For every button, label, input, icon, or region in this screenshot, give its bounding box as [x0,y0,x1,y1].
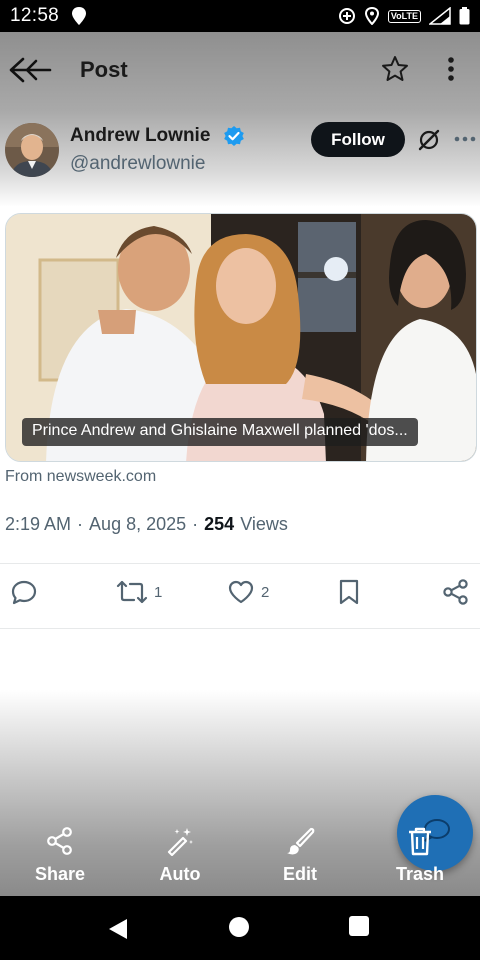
like-button[interactable]: 2 [227,578,269,606]
system-nav-bar [0,896,480,960]
volte-badge: VoLTE [387,9,421,23]
bookmark-icon [339,579,359,605]
more-horiz-icon[interactable] [453,130,477,148]
status-time: 12:58 [10,5,60,26]
repost-button[interactable]: 1 [116,578,162,606]
author-name[interactable]: Andrew Lownie [70,125,210,147]
meta-separator: · [192,514,199,534]
post-date: Aug 8, 2025 [89,514,187,534]
post-time: 2:19 AM [5,514,72,534]
magic-wand-icon [167,828,193,856]
more-vert-icon[interactable] [440,54,462,84]
meta-separator: · [77,514,84,534]
media-card[interactable]: Prince Andrew and Ghislaine Maxwell plan… [5,213,477,462]
share-post-button[interactable] [442,578,470,606]
follow-button[interactable]: Follow [311,122,405,157]
star-icon[interactable] [380,54,410,84]
nav-recents-icon[interactable] [349,916,369,936]
post-meta: 2:19 AM · Aug 8, 2025 · 254 Views [5,514,288,535]
views-label: Views [240,514,288,534]
share-icon [47,827,72,855]
author-handle[interactable]: @andrewlownie [70,153,205,175]
views-count[interactable]: 254 [204,514,234,535]
back-arrow-icon[interactable] [6,56,52,84]
data-saver-icon [338,8,355,24]
status-bar: 12:58 VoLTE [0,0,480,32]
like-count: 2 [261,583,270,601]
reply-icon [11,580,37,605]
share-label: Share [34,864,86,884]
repost-icon [116,580,148,604]
brush-icon [287,827,315,855]
avatar[interactable] [5,123,59,177]
reply-button[interactable] [10,578,38,606]
app-bar: Post [0,32,480,106]
nav-home-icon[interactable] [229,917,249,937]
auto-label: Auto [159,864,201,884]
location-icon [364,7,379,25]
link-source[interactable]: From newsweek.com [5,468,156,486]
nav-back-icon[interactable] [107,918,129,940]
trash-button[interactable]: Trash [375,826,465,885]
signal-icon [429,7,451,25]
edit-label: Edit [283,864,317,884]
share-nodes-icon [443,579,468,605]
share-button[interactable]: Share [15,826,105,885]
location-pin-icon [72,7,87,25]
auto-enhance-button[interactable]: Auto [135,826,225,885]
post-actions: 1 2 [0,578,480,614]
repost-count: 1 [154,583,163,601]
page-title: Post [80,57,128,82]
link-card-title[interactable]: Prince Andrew and Ghislaine Maxwell plan… [22,418,418,446]
divider [0,628,480,629]
heart-icon [228,580,254,604]
verified-badge-icon [224,126,244,146]
trash-label: Trash [395,864,445,884]
edit-button[interactable]: Edit [255,826,345,885]
divider [0,563,480,564]
bookmark-button[interactable] [337,578,361,606]
battery-icon [459,7,470,25]
trash-icon [409,827,431,856]
grok-icon[interactable] [416,127,442,153]
